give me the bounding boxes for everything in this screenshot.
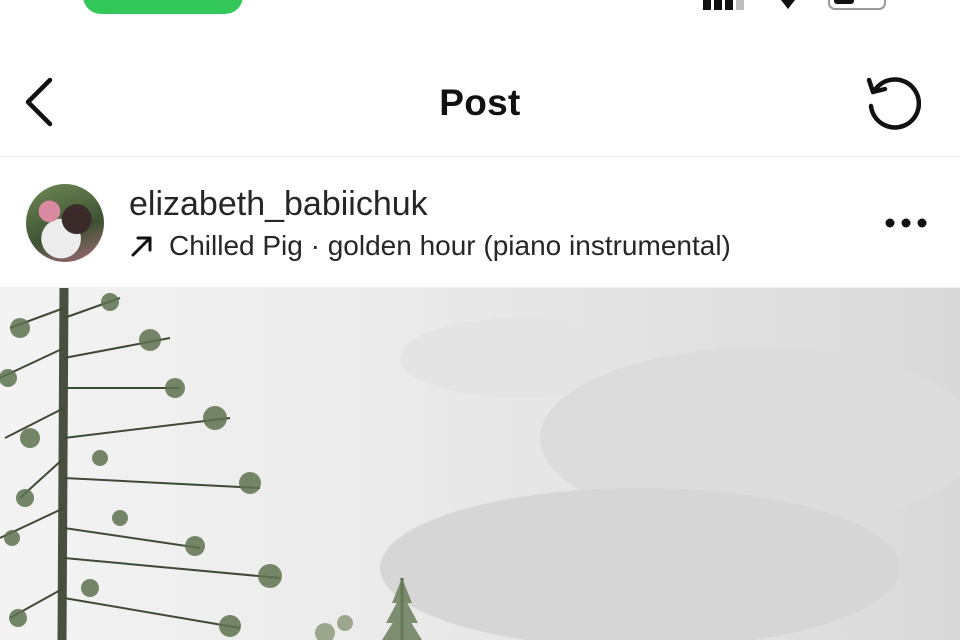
- active-call-pill[interactable]: [83, 0, 243, 14]
- audio-label: Chilled Pig · golden hour (piano instrum…: [169, 230, 731, 261]
- username[interactable]: elizabeth_babiichuk: [129, 185, 428, 224]
- avatar[interactable]: [26, 184, 104, 262]
- post-header: elizabeth_babiichuk Chilled Pig · golden…: [0, 157, 960, 288]
- battery-icon: [828, 0, 886, 10]
- arrow-up-right-icon: [129, 233, 155, 259]
- more-options-button[interactable]: [880, 205, 932, 241]
- refresh-button[interactable]: [856, 70, 926, 134]
- status-bar: [0, 0, 960, 20]
- audio-link[interactable]: Chilled Pig · golden hour (piano instrum…: [129, 230, 731, 262]
- refresh-icon: [866, 77, 921, 130]
- pine-trees-photo: [0, 288, 960, 640]
- more-horizontal-icon: [885, 218, 927, 228]
- page-title: Post: [439, 82, 521, 123]
- post-image[interactable]: [0, 288, 960, 640]
- cellular-signal-icon: [703, 0, 744, 10]
- nav-bar: Post: [0, 56, 960, 157]
- wifi-icon: [781, 0, 795, 9]
